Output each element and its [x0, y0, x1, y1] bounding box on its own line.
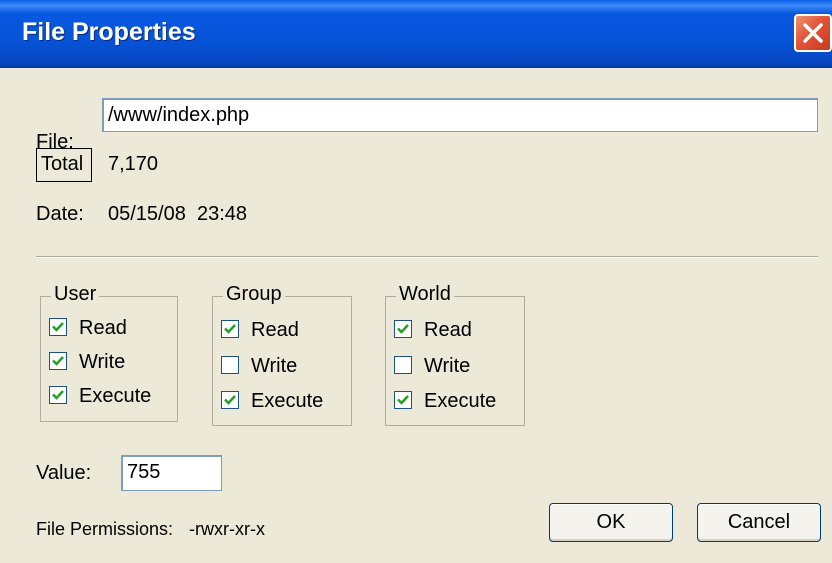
total-value: 7,170 [108, 153, 159, 175]
checkmark-icon [397, 395, 409, 405]
checkmark-icon [52, 390, 64, 400]
checkbox-box[interactable] [394, 320, 412, 338]
file-path-value: /www/index.php [108, 104, 250, 126]
user-permissions-group: User Read Write Execute [40, 283, 178, 422]
checkmark-icon [224, 395, 236, 405]
checkbox-box[interactable] [49, 352, 67, 370]
permissions-value: -rwxr-xr-x [189, 519, 265, 539]
checkmark-icon [397, 324, 409, 334]
checkbox-box[interactable] [221, 391, 239, 409]
group-write-label: Write [251, 355, 298, 377]
checkbox-box[interactable] [221, 356, 239, 374]
group-read-label: Read [251, 319, 299, 341]
world-read-checkbox[interactable]: Read [394, 319, 472, 342]
file-path-field[interactable]: /www/index.php [102, 98, 818, 132]
user-write-label: Write [79, 351, 126, 373]
cancel-button-label: Cancel [727, 511, 791, 533]
user-group-label: User [51, 283, 100, 306]
date-label: Date: [36, 203, 84, 225]
user-write-checkbox[interactable]: Write [49, 351, 125, 374]
separator [36, 256, 818, 258]
permissions-label: File Permissions: [36, 519, 174, 539]
user-read-checkbox[interactable]: Read [49, 317, 127, 340]
ok-button-label: OK [596, 511, 626, 533]
checkbox-box[interactable] [394, 356, 412, 374]
world-execute-checkbox[interactable]: Execute [394, 390, 496, 413]
group-write-checkbox[interactable]: Write [221, 355, 297, 378]
checkmark-icon [224, 324, 236, 334]
value-input-text: 755 [127, 461, 161, 483]
checkbox-box[interactable] [49, 386, 67, 404]
value-input[interactable]: 755 [121, 455, 222, 491]
checkmark-icon [52, 322, 64, 332]
user-execute-label: Execute [79, 385, 152, 407]
total-label: Total [41, 153, 84, 175]
close-button[interactable] [794, 14, 832, 52]
close-icon [803, 23, 823, 43]
world-permissions-group: World Read Write Execute [385, 283, 525, 426]
group-execute-label: Execute [251, 390, 324, 412]
checkbox-box[interactable] [394, 391, 412, 409]
checkmark-icon [52, 356, 64, 366]
ok-button[interactable]: OK [549, 503, 673, 542]
world-write-checkbox[interactable]: Write [394, 355, 470, 378]
group-execute-checkbox[interactable]: Execute [221, 390, 323, 413]
world-group-label: World [396, 283, 454, 306]
world-write-label: Write [424, 355, 471, 377]
checkbox-box[interactable] [49, 318, 67, 336]
world-read-label: Read [424, 319, 472, 341]
group-permissions-group: Group Read Write Execute [212, 283, 352, 426]
group-group-label: Group [223, 283, 285, 306]
checkbox-box[interactable] [221, 320, 239, 338]
group-read-checkbox[interactable]: Read [221, 319, 299, 342]
world-execute-label: Execute [424, 390, 497, 412]
title-bar[interactable]: File Properties [0, 0, 832, 68]
total-label-box: Total [36, 148, 92, 182]
cancel-button[interactable]: Cancel [697, 503, 821, 542]
value-label: Value: [36, 462, 92, 484]
date-value: 05/15/08 23:48 [108, 203, 248, 225]
user-execute-checkbox[interactable]: Execute [49, 385, 151, 408]
window-title: File Properties [22, 18, 196, 46]
user-read-label: Read [79, 317, 127, 339]
